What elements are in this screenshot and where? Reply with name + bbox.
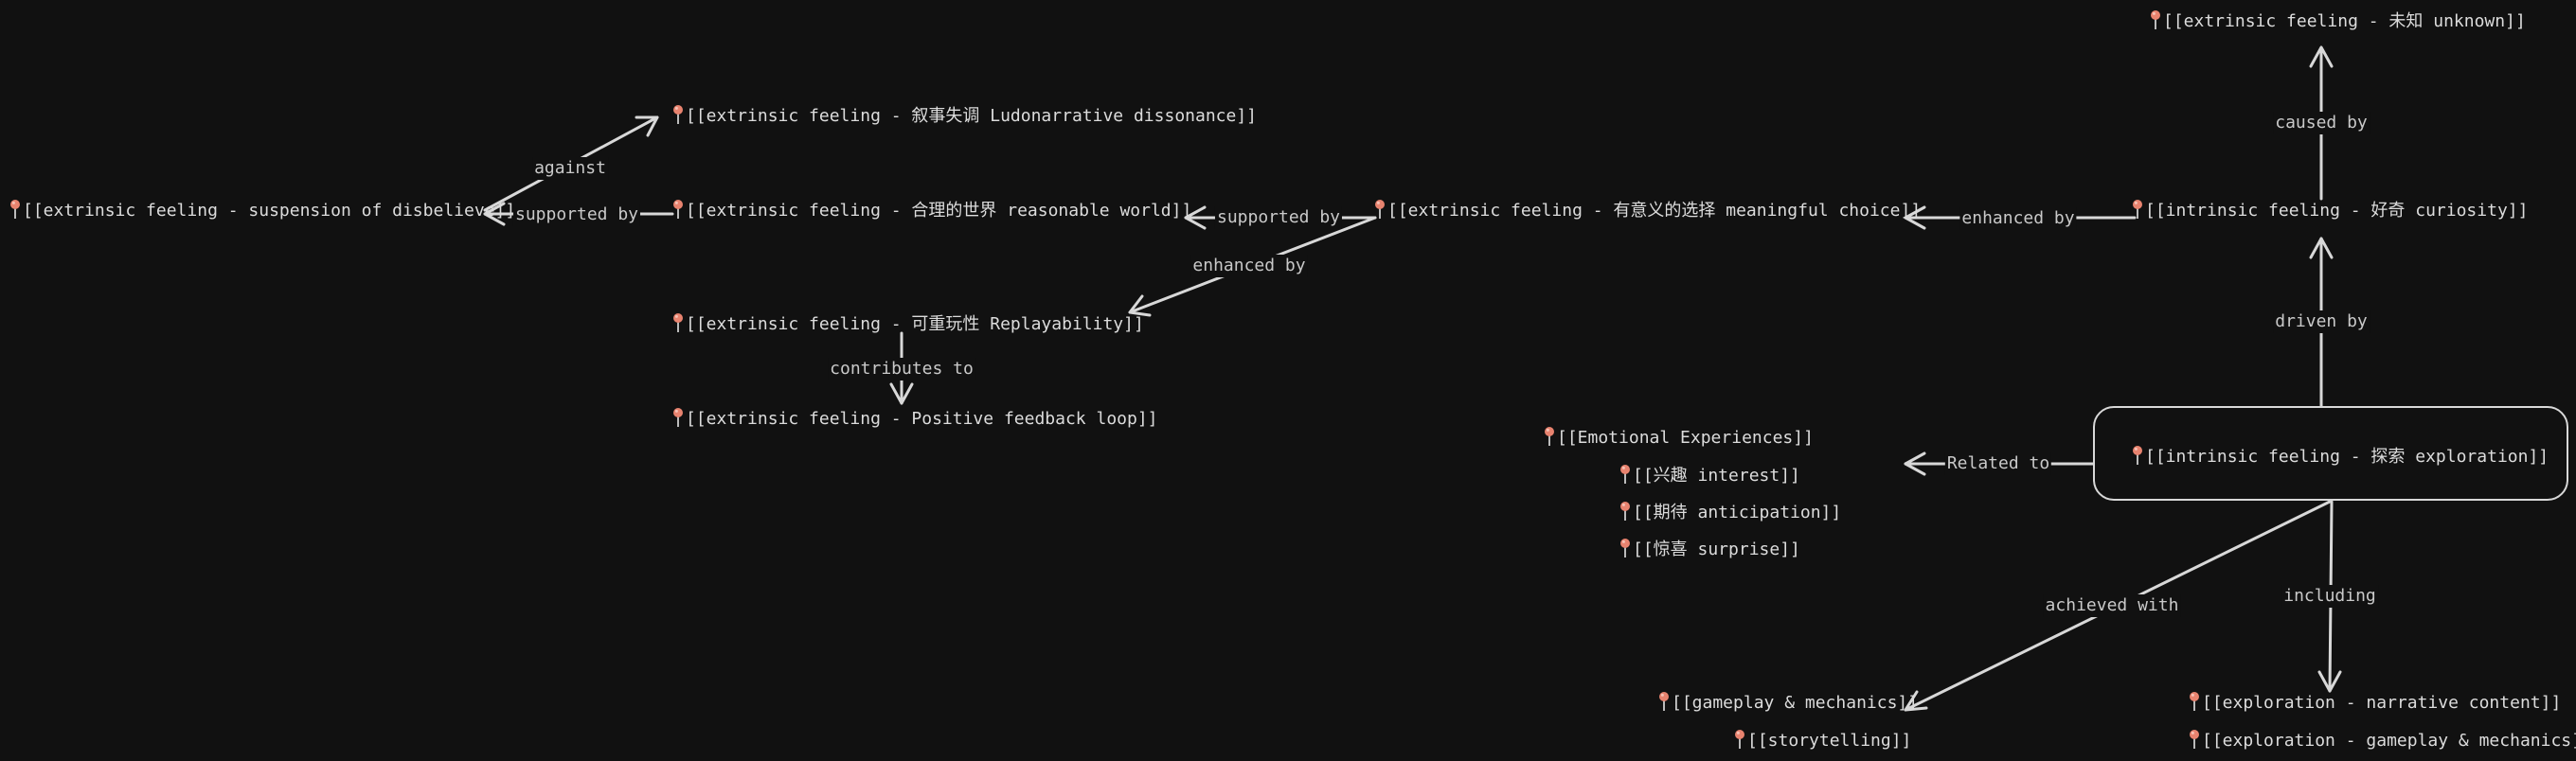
node-curiosity[interactable]: [[intrinsic feeling - 好奇 curiosity]] bbox=[2132, 199, 2528, 222]
node-label: [[extrinsic feeling - 有意义的选择 meaningful … bbox=[1387, 201, 1922, 221]
node-label: [[intrinsic feeling - 探索 exploration]] bbox=[2145, 447, 2549, 467]
pin-icon bbox=[672, 104, 684, 125]
pin-icon bbox=[9, 199, 21, 220]
edge-label-caused-by: caused by bbox=[2273, 112, 2370, 134]
node-label: [[exploration - gameplay & mechanics]] bbox=[2202, 731, 2576, 751]
node-gameplay-mechanics[interactable]: [[gameplay & mechanics]] bbox=[1658, 691, 1918, 715]
edge-label-supported-by-1: supported by bbox=[512, 204, 641, 226]
node-reasonable-world[interactable]: [[extrinsic feeling - 合理的世界 reasonable w… bbox=[672, 199, 1191, 222]
node-ludonarrative-dissonance[interactable]: [[extrinsic feeling - 叙事失调 Ludonarrative… bbox=[672, 104, 1257, 128]
node-label: [[gameplay & mechanics]] bbox=[1672, 693, 1919, 713]
node-exploration[interactable]: [[intrinsic feeling - 探索 exploration]] bbox=[2132, 445, 2549, 469]
edge-label-supported-by-2: supported by bbox=[1214, 206, 1343, 229]
node-label: [[intrinsic feeling - 好奇 curiosity]] bbox=[2145, 201, 2529, 221]
pin-icon bbox=[2132, 199, 2143, 220]
pin-icon bbox=[1619, 501, 1631, 522]
node-label: [[期待 anticipation]] bbox=[1633, 503, 1842, 522]
node-label: [[extrinsic feeling - suspension of disb… bbox=[23, 201, 516, 221]
edge-label-contributes-to: contributes to bbox=[828, 358, 975, 380]
pin-icon bbox=[1734, 729, 1745, 750]
node-anticipation[interactable]: [[期待 anticipation]] bbox=[1619, 501, 1841, 524]
pin-icon bbox=[1619, 538, 1631, 558]
pin-icon bbox=[2189, 729, 2200, 750]
pin-icon bbox=[2150, 9, 2161, 30]
node-label: [[Emotional Experiences]] bbox=[1557, 428, 1814, 448]
node-positive-feedback-loop[interactable]: [[extrinsic feeling - Positive feedback … bbox=[672, 407, 1158, 431]
edge-label-achieved-with: achieved with bbox=[2043, 594, 2181, 617]
node-unknown[interactable]: [[extrinsic feeling - 未知 unknown]] bbox=[2150, 9, 2526, 33]
edge-label-related-to: Related to bbox=[1944, 452, 2052, 475]
node-label: [[extrinsic feeling - 合理的世界 reasonable w… bbox=[686, 201, 1192, 221]
node-label: [[兴趣 interest]] bbox=[1633, 466, 1800, 486]
node-label: [[storytelling]] bbox=[1747, 731, 1912, 751]
node-exploration-gameplay-mechanics[interactable]: [[exploration - gameplay & mechanics]] bbox=[2189, 729, 2576, 752]
pin-icon bbox=[672, 312, 684, 333]
diagram-edges bbox=[483, 45, 2342, 712]
node-label: [[extrinsic feeling - 叙事失调 Ludonarrative… bbox=[686, 106, 1258, 126]
edge-label-enhanced-by-1: enhanced by bbox=[1190, 255, 1308, 277]
edge-label-including: including bbox=[2281, 585, 2378, 608]
node-meaningful-choice[interactable]: [[extrinsic feeling - 有意义的选择 meaningful … bbox=[1374, 199, 1921, 222]
node-replayability[interactable]: [[extrinsic feeling - 可重玩性 Replayability… bbox=[672, 312, 1144, 336]
edge-label-driven-by: driven by bbox=[2273, 310, 2370, 333]
pin-icon bbox=[672, 407, 684, 428]
node-storytelling[interactable]: [[storytelling]] bbox=[1734, 729, 1911, 752]
pin-icon bbox=[1619, 464, 1631, 485]
node-label: [[exploration - narrative content]] bbox=[2202, 693, 2562, 713]
pin-icon bbox=[1658, 691, 1670, 712]
pin-icon bbox=[1374, 199, 1386, 220]
pin-icon bbox=[672, 199, 684, 220]
node-emotional-experiences[interactable]: [[Emotional Experiences]] bbox=[1544, 426, 1814, 450]
node-exploration-narrative-content[interactable]: [[exploration - narrative content]] bbox=[2189, 691, 2561, 715]
node-label: [[extrinsic feeling - 未知 unknown]] bbox=[2163, 11, 2526, 31]
node-label: [[extrinsic feeling - Positive feedback … bbox=[686, 409, 1158, 429]
node-label: [[extrinsic feeling - 可重玩性 Replayability… bbox=[686, 314, 1144, 334]
pin-icon bbox=[2132, 445, 2143, 466]
pin-icon bbox=[2189, 691, 2200, 712]
edge-label-enhanced-by-2: enhanced by bbox=[1959, 207, 2077, 230]
node-surprise[interactable]: [[惊喜 surprise]] bbox=[1619, 538, 1800, 561]
pin-icon bbox=[1544, 426, 1555, 447]
node-suspension-of-disbelieve[interactable]: [[extrinsic feeling - suspension of disb… bbox=[9, 199, 515, 222]
node-label: [[惊喜 surprise]] bbox=[1633, 540, 1800, 559]
node-interest[interactable]: [[兴趣 interest]] bbox=[1619, 464, 1800, 487]
edge-label-against: against bbox=[532, 157, 608, 180]
